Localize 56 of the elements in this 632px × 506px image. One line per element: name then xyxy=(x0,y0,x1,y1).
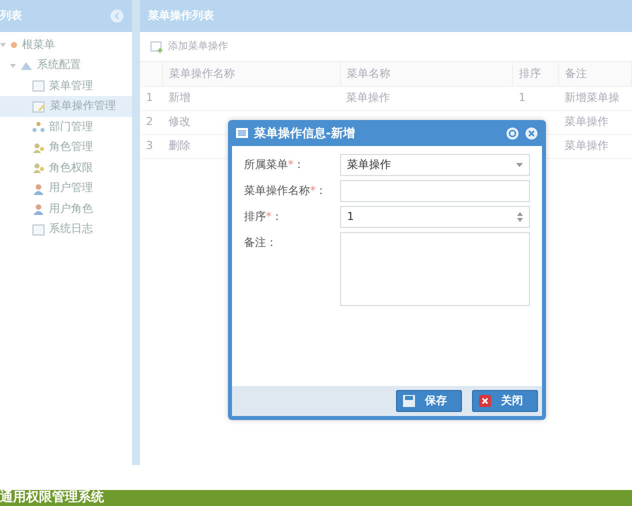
dropdown-field[interactable]: 菜单操作 xyxy=(340,154,530,176)
user-group-icon xyxy=(32,142,45,154)
user-icon xyxy=(32,182,45,194)
form-icon xyxy=(236,128,248,138)
table-cell: 新增菜单操 xyxy=(558,86,632,110)
column-header[interactable]: 菜单名称 xyxy=(340,62,513,86)
column-header[interactable]: 排序 xyxy=(512,62,558,86)
tree-item[interactable]: 角色权限 xyxy=(0,158,132,178)
org-chart-icon xyxy=(32,121,45,133)
tree-item[interactable]: 角色管理 xyxy=(0,137,132,158)
row-number: 3 xyxy=(140,134,162,158)
tree-item[interactable]: 用户角色 xyxy=(0,198,132,220)
table-cell: 菜单操作 xyxy=(340,86,513,110)
row-number: 1 xyxy=(140,86,162,110)
spinner-icon xyxy=(517,212,523,222)
tree-node-icon xyxy=(10,39,18,51)
close-icon[interactable] xyxy=(525,126,538,140)
page-icon xyxy=(32,80,45,92)
tree-item[interactable]: 菜单操作管理 xyxy=(0,96,132,117)
tree-item[interactable]: 系统日志 xyxy=(0,219,132,240)
user-group-icon xyxy=(32,162,45,174)
close-button[interactable]: 关闭 xyxy=(472,390,538,412)
collapse-icon xyxy=(110,9,124,23)
table-cell: 新增 xyxy=(162,86,340,110)
tree-item[interactable]: 用户管理 xyxy=(0,178,132,199)
panel-title: 菜单操作列表 xyxy=(148,8,214,24)
panel-title: 列表 xyxy=(0,8,22,24)
tree-item[interactable]: 部门管理 xyxy=(0,116,132,138)
tree-item[interactable]: 菜单管理 xyxy=(0,76,132,96)
page-icon xyxy=(32,224,45,236)
folder-icon xyxy=(20,60,33,72)
save-button[interactable]: 保存 xyxy=(396,390,462,412)
tree-item[interactable]: 系统配置 xyxy=(0,55,132,76)
row-number: 2 xyxy=(140,110,162,134)
table-cell: 菜单操作 xyxy=(558,134,632,158)
column-header[interactable]: 菜单操作名称 xyxy=(162,62,340,86)
tree-item[interactable]: 根菜单 xyxy=(0,34,132,56)
field-label: 菜单操作名称*： xyxy=(244,183,328,199)
app-title-bar: 通用权限管理系统 xyxy=(0,490,632,506)
table-cell: 1 xyxy=(512,86,558,110)
column-header[interactable]: 备注 xyxy=(558,62,632,86)
number-field[interactable]: 1 xyxy=(340,206,530,228)
add-icon xyxy=(150,40,164,52)
expanded-caret-icon xyxy=(10,62,16,68)
expanded-caret-icon xyxy=(0,42,6,48)
edit-page-icon xyxy=(32,100,46,112)
add-button[interactable]: 添加菜单操作 xyxy=(150,39,228,54)
input-field[interactable] xyxy=(340,180,530,202)
field-label: 排序*： xyxy=(244,209,284,225)
dropdown-arrow-icon xyxy=(516,163,523,167)
user-icon xyxy=(32,203,45,215)
close-icon xyxy=(479,395,491,407)
remark-field[interactable] xyxy=(340,232,530,306)
field-label: 备注： xyxy=(244,235,278,251)
field-label: 所属菜单*： xyxy=(244,157,306,173)
table-cell: 菜单操作 xyxy=(558,110,632,134)
